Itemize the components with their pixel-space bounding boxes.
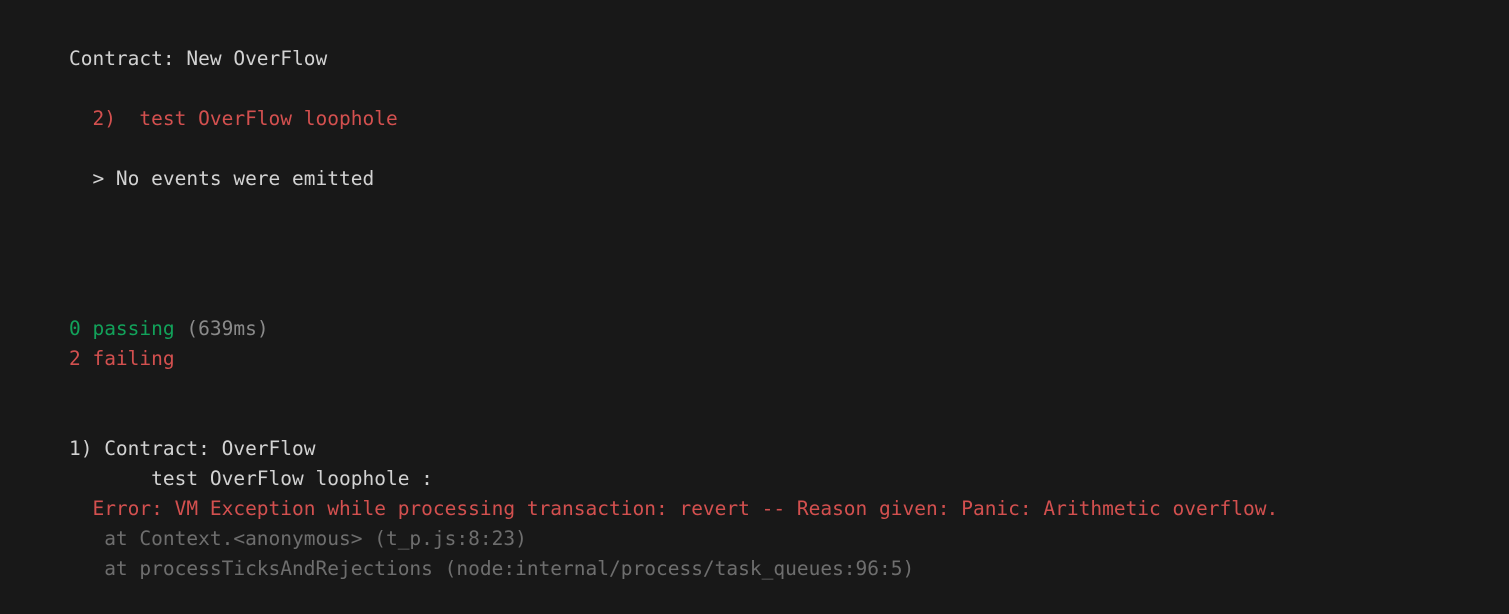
failing-count: 2 failing [68,347,175,370]
no-events-line: > No events were emitted [22,134,374,190]
stack-frame-text: at processTicksAndRejections (node:inter… [68,557,915,580]
summary-passing-line: 0 passing (639ms) [22,284,269,340]
suite-title-line: Contract: New OverFlow [22,14,327,70]
failing-test-line: 2) test OverFlow loophole [22,74,397,130]
stack-trace-line: at processTicksAndRejections (node:inter… [22,524,914,580]
failure-error-message-line: Error: VM Exception while processing tra… [22,464,1278,520]
no-events-text: > No events were emitted [68,167,375,190]
suite-title: Contract: New OverFlow [68,47,328,70]
passing-duration: (639ms) [186,317,269,340]
failing-test-marker: 2) [68,107,128,130]
stack-trace-line: at Context.<anonymous> (t_p.js:8:23) [22,494,527,550]
summary-failing-line: 2 failing [22,314,175,370]
terminal-output-pane: Contract: New OverFlow 2) test OverFlow … [0,0,1509,580]
failure-detail-header: 1) Contract: OverFlow [22,404,316,460]
failing-test-name: test OverFlow loophole [127,107,398,130]
failure-detail-test-line: test OverFlow loophole : [22,434,433,490]
